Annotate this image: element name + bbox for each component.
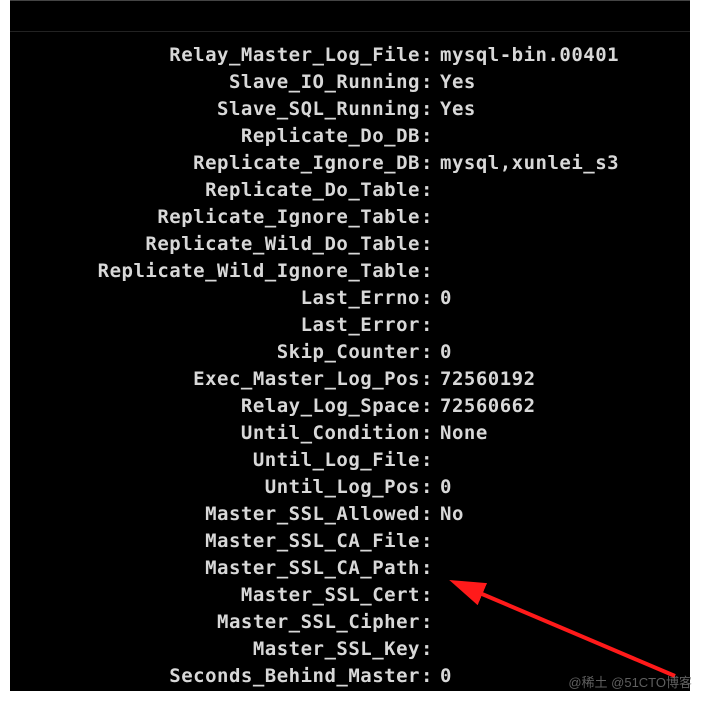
status-row: Until_Log_Pos:0 bbox=[10, 474, 690, 501]
status-key: Relay_Log_Space bbox=[10, 393, 420, 420]
status-row: Master_SSL_Cert: bbox=[10, 582, 690, 609]
status-key: Master_SSL_Key bbox=[10, 636, 420, 663]
status-key: Last_Error bbox=[10, 312, 420, 339]
status-value bbox=[434, 447, 690, 474]
status-row: Master_SSL_CA_File: bbox=[10, 528, 690, 555]
status-key: Master_SSL_CA_File bbox=[10, 528, 420, 555]
status-key: Master_SSL_CA_Path bbox=[10, 555, 420, 582]
status-value bbox=[434, 177, 690, 204]
status-row: Until_Condition:None bbox=[10, 420, 690, 447]
status-row: Master_SSL_Key: bbox=[10, 636, 690, 663]
colon: : bbox=[420, 150, 434, 177]
colon: : bbox=[420, 366, 434, 393]
status-key: Replicate_Wild_Do_Table bbox=[10, 231, 420, 258]
colon: : bbox=[420, 663, 434, 690]
status-row: Last_Errno:0 bbox=[10, 285, 690, 312]
status-key: Replicate_Ignore_DB bbox=[10, 150, 420, 177]
status-row: Exec_Master_Log_Pos:72560192 bbox=[10, 366, 690, 393]
colon: : bbox=[420, 636, 434, 663]
status-key: Replicate_Ignore_Table bbox=[10, 204, 420, 231]
status-value: Yes bbox=[434, 69, 690, 96]
status-row: Master_SSL_Cipher: bbox=[10, 609, 690, 636]
colon: : bbox=[420, 582, 434, 609]
status-row: Replicate_Do_DB: bbox=[10, 123, 690, 150]
title-bar bbox=[10, 1, 690, 32]
status-row: Until_Log_File: bbox=[10, 447, 690, 474]
status-key: Seconds_Behind_Master bbox=[10, 663, 420, 690]
status-value: 72560662 bbox=[434, 393, 690, 420]
colon: : bbox=[420, 231, 434, 258]
colon: : bbox=[420, 501, 434, 528]
status-value bbox=[434, 609, 690, 636]
status-value bbox=[434, 528, 690, 555]
terminal-output: Relay_Master_Log_File:mysql-bin.00401Sla… bbox=[10, 32, 690, 690]
colon: : bbox=[420, 312, 434, 339]
status-value bbox=[434, 636, 690, 663]
status-value: Yes bbox=[434, 96, 690, 123]
status-key: Replicate_Wild_Ignore_Table bbox=[10, 258, 420, 285]
status-value: 72560192 bbox=[434, 366, 690, 393]
status-key: Last_Errno bbox=[10, 285, 420, 312]
colon: : bbox=[420, 285, 434, 312]
colon: : bbox=[420, 393, 434, 420]
colon: : bbox=[420, 258, 434, 285]
status-key: Until_Log_Pos bbox=[10, 474, 420, 501]
status-row: Replicate_Do_Table: bbox=[10, 177, 690, 204]
status-row: Replicate_Ignore_DB:mysql,xunlei_s3 bbox=[10, 150, 690, 177]
status-key: Master_SSL_Allowed bbox=[10, 501, 420, 528]
status-row: Replicate_Wild_Do_Table: bbox=[10, 231, 690, 258]
status-value bbox=[434, 312, 690, 339]
colon: : bbox=[420, 609, 434, 636]
colon: : bbox=[420, 474, 434, 501]
status-key: Replicate_Do_DB bbox=[10, 123, 420, 150]
status-key: Relay_Master_Log_File bbox=[10, 42, 420, 69]
status-key: Replicate_Do_Table bbox=[10, 177, 420, 204]
status-value: 0 bbox=[434, 285, 690, 312]
status-key: Skip_Counter bbox=[10, 339, 420, 366]
status-key: Master_SSL_Cert bbox=[10, 582, 420, 609]
watermark: @稀土 @51CTO博客 bbox=[568, 672, 692, 691]
status-key: Exec_Master_Log_Pos bbox=[10, 366, 420, 393]
colon: : bbox=[420, 528, 434, 555]
status-row: Relay_Log_Space:72560662 bbox=[10, 393, 690, 420]
status-value bbox=[434, 582, 690, 609]
colon: : bbox=[420, 96, 434, 123]
status-value: mysql-bin.00401 bbox=[434, 42, 690, 69]
status-value bbox=[434, 258, 690, 285]
status-row: Skip_Counter:0 bbox=[10, 339, 690, 366]
colon: : bbox=[420, 42, 434, 69]
colon: : bbox=[420, 123, 434, 150]
colon: : bbox=[420, 69, 434, 96]
status-value: None bbox=[434, 420, 690, 447]
terminal-window: Relay_Master_Log_File:mysql-bin.00401Sla… bbox=[10, 0, 690, 691]
status-value bbox=[434, 123, 690, 150]
status-value: 0 bbox=[434, 339, 690, 366]
colon: : bbox=[420, 447, 434, 474]
status-row: Slave_SQL_Running:Yes bbox=[10, 96, 690, 123]
status-key: Master_SSL_Cipher bbox=[10, 609, 420, 636]
colon: : bbox=[420, 204, 434, 231]
status-key: Until_Log_File bbox=[10, 447, 420, 474]
status-value bbox=[434, 204, 690, 231]
status-row: Master_SSL_CA_Path: bbox=[10, 555, 690, 582]
status-value: 0 bbox=[434, 474, 690, 501]
status-key: Until_Condition bbox=[10, 420, 420, 447]
colon: : bbox=[420, 555, 434, 582]
colon: : bbox=[420, 339, 434, 366]
colon: : bbox=[420, 420, 434, 447]
status-row: Replicate_Ignore_Table: bbox=[10, 204, 690, 231]
status-value bbox=[434, 555, 690, 582]
status-row: Replicate_Wild_Ignore_Table: bbox=[10, 258, 690, 285]
status-value: No bbox=[434, 501, 690, 528]
colon: : bbox=[420, 177, 434, 204]
status-key: Slave_SQL_Running bbox=[10, 96, 420, 123]
status-row: Master_SSL_Allowed:No bbox=[10, 501, 690, 528]
status-row: Relay_Master_Log_File:mysql-bin.00401 bbox=[10, 42, 690, 69]
status-row: Last_Error: bbox=[10, 312, 690, 339]
status-row: Slave_IO_Running:Yes bbox=[10, 69, 690, 96]
status-key: Slave_IO_Running bbox=[10, 69, 420, 96]
status-value bbox=[434, 231, 690, 258]
status-value: mysql,xunlei_s3 bbox=[434, 150, 690, 177]
